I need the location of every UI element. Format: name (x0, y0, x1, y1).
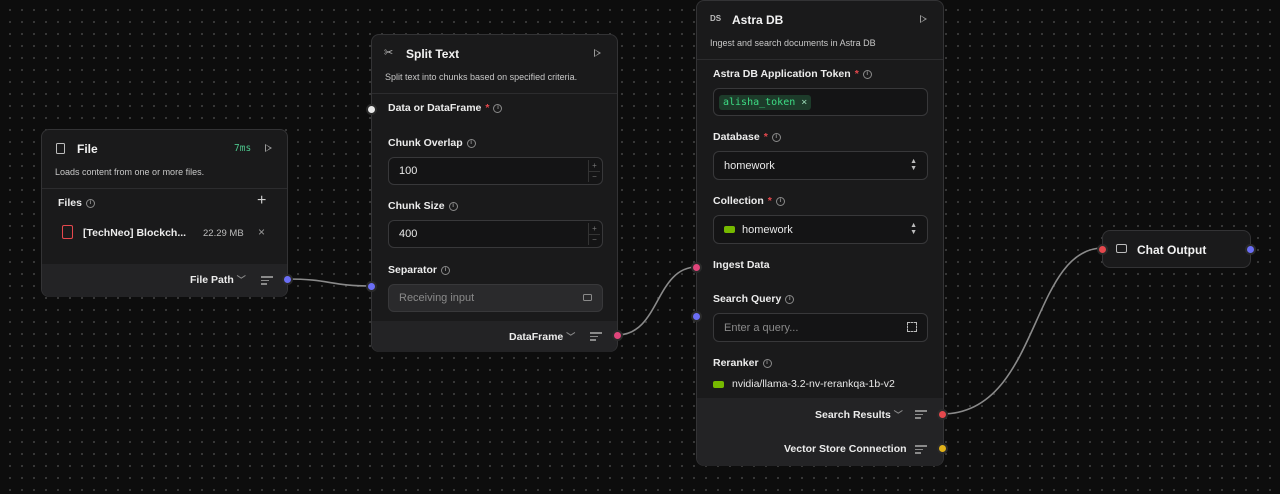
number-stepper[interactable]: + − (588, 160, 600, 182)
token-input[interactable]: alisha_token × (713, 88, 928, 116)
pdf-file-icon (62, 225, 73, 239)
timing-badge: 7ms (234, 143, 252, 154)
separator-label: Separator i (388, 264, 451, 276)
output-handle-search-results[interactable] (937, 409, 948, 420)
add-file-icon[interactable]: + (257, 192, 266, 210)
database-select[interactable]: homework ▲ ▼ (713, 151, 928, 180)
info-icon: i (441, 265, 451, 275)
list-query-icon[interactable] (590, 332, 602, 341)
list-query-icon[interactable] (915, 445, 927, 454)
run-icon[interactable] (920, 15, 927, 23)
nvidia-icon (724, 226, 735, 233)
info-icon: i (762, 358, 772, 368)
chat-output-node[interactable]: Chat Output (1097, 230, 1256, 268)
node-title: Split Text (406, 47, 460, 61)
token-chip[interactable]: alisha_token × (719, 94, 812, 110)
output-handle-dataframe[interactable] (612, 330, 623, 341)
output-vector-store-label[interactable]: Vector Store Connection (784, 443, 907, 455)
node-title: Chat Output (1137, 243, 1207, 257)
chevron-down-icon: ﹀ (893, 410, 903, 420)
file-node[interactable]: File 7ms Loads content from one or more … (41, 129, 293, 297)
file-size: 22.29 MB (203, 228, 244, 239)
info-icon: i (85, 198, 95, 208)
chat-icon (1116, 244, 1127, 253)
node-title: File (77, 142, 98, 156)
output-search-results-label[interactable]: Search Results ﹀ (815, 408, 903, 421)
info-icon: i (466, 138, 476, 148)
edge-split-to-astra[interactable] (616, 266, 698, 336)
output-handle-vector-store[interactable] (937, 443, 948, 454)
output-file-path-label[interactable]: File Path ﹀ (190, 273, 246, 286)
edge-astra-to-chat[interactable] (941, 247, 1104, 415)
info-icon: i (785, 294, 795, 304)
select-arrows-icon: ▲ ▼ (910, 222, 917, 236)
collection-select[interactable]: homework ▲ ▼ (713, 215, 928, 244)
chunk-overlap-input[interactable]: 100 + − (388, 157, 603, 185)
input-handle-separator[interactable] (366, 281, 377, 292)
remove-file-icon[interactable]: × (258, 225, 265, 239)
input-handle-data[interactable] (366, 104, 377, 115)
nvidia-icon (713, 381, 724, 388)
reranker-value: nvidia/llama-3.2-nv-rerankqa-1b-v2 (732, 378, 895, 390)
search-query-label: Search Query i (713, 293, 795, 305)
expand-icon[interactable] (907, 322, 917, 332)
number-stepper[interactable]: + − (588, 223, 600, 245)
chevron-down-icon: ﹀ (236, 275, 246, 285)
list-query-icon[interactable] (915, 410, 927, 419)
node-description: Split text into chunks based on specifie… (385, 72, 578, 82)
input-handle-search-query[interactable] (691, 311, 702, 322)
info-icon: i (771, 132, 781, 142)
list-query-icon[interactable] (261, 276, 273, 285)
output-dataframe-label[interactable]: DataFrame ﹀ (509, 330, 575, 343)
reranker-label: Reranker i (713, 357, 772, 369)
input-handle-chat[interactable] (1097, 244, 1108, 255)
info-icon: i (448, 201, 458, 211)
ingest-data-label: Ingest Data (713, 259, 770, 271)
separator-input: Receiving input (388, 284, 603, 312)
info-icon: i (493, 103, 503, 113)
astra-db-node[interactable]: DS Astra DB Ingest and search documents … (691, 0, 948, 466)
search-query-input[interactable]: Enter a query... (713, 313, 928, 342)
output-handle-chat[interactable] (1245, 244, 1256, 255)
lock-icon (583, 294, 592, 301)
split-text-node[interactable]: ✂ Split Text Split text into chunks base… (366, 34, 623, 352)
data-input-label: Data or DataFrame * i (388, 102, 503, 114)
info-icon: i (775, 196, 785, 206)
chunk-size-input[interactable]: 400 + − (388, 220, 603, 248)
edge-file-to-split[interactable] (286, 278, 373, 287)
node-title: Astra DB (732, 13, 784, 27)
file-icon (56, 143, 65, 154)
input-handle-ingest[interactable] (691, 262, 702, 273)
token-label: Astra DB Application Token * i (713, 68, 872, 80)
output-handle-file-path[interactable] (282, 274, 293, 285)
run-icon[interactable] (594, 49, 601, 57)
run-icon[interactable] (265, 144, 272, 152)
files-label: Files i (58, 197, 95, 209)
database-label: Database * i (713, 131, 781, 143)
scissors-icon: ✂ (384, 47, 394, 59)
chevron-down-icon: ﹀ (566, 332, 576, 342)
collection-label: Collection * i (713, 195, 785, 207)
chunk-overlap-label: Chunk Overlap i (388, 137, 476, 149)
file-name: [TechNeo] Blockch... (83, 227, 187, 239)
select-arrows-icon: ▲ ▼ (910, 158, 917, 172)
chunk-size-label: Chunk Size i (388, 200, 458, 212)
astra-db-icon: DS (710, 14, 722, 23)
node-description: Loads content from one or more files. (55, 167, 205, 177)
node-description: Ingest and search documents in Astra DB (710, 38, 876, 48)
remove-token-icon[interactable]: × (801, 97, 807, 108)
info-icon: i (862, 69, 872, 79)
